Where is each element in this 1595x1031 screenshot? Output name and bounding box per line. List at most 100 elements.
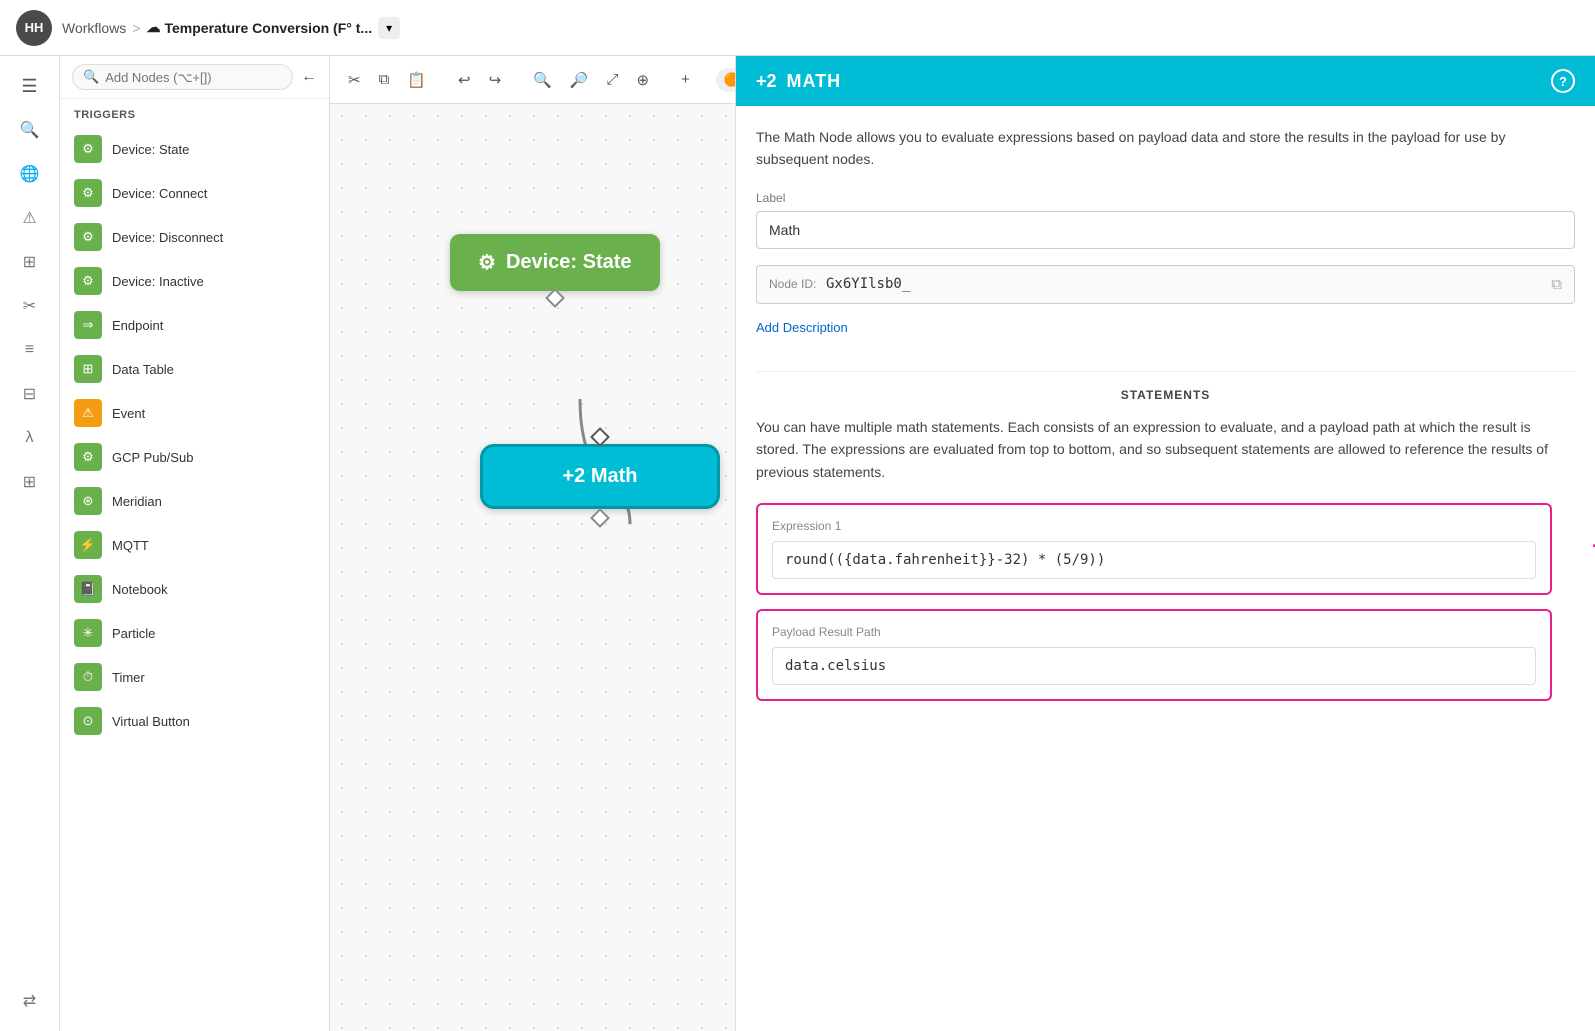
- nav-workflow-icon[interactable]: ⇄: [10, 981, 50, 1021]
- help-icon[interactable]: ?: [1551, 69, 1575, 93]
- zoom-in-button[interactable]: 🔎: [564, 67, 595, 93]
- node-item-label: MQTT: [112, 538, 149, 553]
- nav-scissors-icon[interactable]: ✂: [10, 286, 50, 326]
- workflow-toolbar: ✂ ⧉ 📋 ↩ ↪ 🔍 🔎 ⤢ ⊕ + 🟠: [330, 56, 735, 104]
- search-input-wrap: 🔍: [72, 64, 293, 90]
- menu-button[interactable]: ☰: [10, 66, 50, 106]
- zoom-select-button[interactable]: ⊕: [631, 67, 656, 93]
- node-list-item[interactable]: 📓 Notebook: [60, 567, 329, 611]
- fit-button[interactable]: ⤢: [601, 67, 625, 92]
- nav-lambda-icon[interactable]: λ: [10, 418, 50, 458]
- node-item-icon: ⇒: [74, 311, 102, 339]
- search-icon: 🔍: [20, 120, 40, 140]
- triggers-section-label: TRIGGERS: [60, 99, 329, 127]
- node-item-label: GCP Pub/Sub: [112, 450, 193, 465]
- node-item-icon: 📓: [74, 575, 102, 603]
- node-list-item[interactable]: ⚙ Device: State: [60, 127, 329, 171]
- add-description-link[interactable]: Add Description: [756, 320, 848, 335]
- node-item-icon: ⚡: [74, 531, 102, 559]
- breadcrumb-current: ☁ Temperature Conversion (F° t...: [147, 19, 373, 36]
- nav-table-icon[interactable]: ⊟: [10, 374, 50, 414]
- expression-block-1: Expression 1: [756, 503, 1552, 595]
- expression-col-1: Expression 1 Payload Result Path: [756, 503, 1552, 715]
- node-list-item[interactable]: ⊞ Data Table: [60, 347, 329, 391]
- right-panel-body: The Math Node allows you to evaluate exp…: [736, 106, 1595, 735]
- breadcrumb: Workflows > ☁ Temperature Conversion (F°…: [62, 17, 400, 39]
- nav-dashboard-icon[interactable]: ⊞: [10, 242, 50, 282]
- node-list-item[interactable]: ⚙Device: Disconnect: [60, 215, 329, 259]
- back-button[interactable]: ←: [301, 68, 317, 86]
- node-item-label: Device: Inactive: [112, 274, 204, 289]
- undo-button[interactable]: ↩: [452, 67, 477, 93]
- canvas-area[interactable]: ⚙ Device: State +2 Math: [330, 104, 735, 1031]
- nav-grid-icon[interactable]: ⊞: [10, 462, 50, 502]
- right-panel-header: +2 MATH ?: [736, 56, 1595, 106]
- expression-row-1: Expression 1 Payload Result Path −: [756, 503, 1575, 715]
- global-search-button[interactable]: 🔍: [10, 110, 50, 150]
- paste-button[interactable]: 📋: [401, 67, 432, 93]
- search-input[interactable]: [105, 70, 282, 85]
- node-item-label: Endpoint: [112, 318, 163, 333]
- node-list-item[interactable]: ⏱ Timer: [60, 655, 329, 699]
- label-input[interactable]: [756, 211, 1575, 249]
- right-panel: +2 MATH ? The Math Node allows you to ev…: [735, 56, 1595, 1031]
- node-list-item[interactable]: ⇒ Endpoint: [60, 303, 329, 347]
- nav-warning-icon[interactable]: ⚠: [10, 198, 50, 238]
- workflow-dropdown-button[interactable]: ▾: [378, 17, 400, 39]
- payload-input[interactable]: [772, 647, 1536, 685]
- breadcrumb-workflows[interactable]: Workflows: [62, 20, 126, 36]
- expression1-label: Expression 1: [772, 519, 1536, 533]
- node-item-icon: ⏱: [74, 663, 102, 691]
- math-node-content[interactable]: +2 Math: [480, 444, 720, 509]
- node-item-icon: ⊞: [74, 355, 102, 383]
- device-state-node[interactable]: ⚙ Device: State: [450, 234, 660, 291]
- search-icon-small: 🔍: [83, 69, 99, 85]
- node-item-icon: ⚙: [74, 179, 102, 207]
- icon-sidebar: ☰ 🔍 🌐 ⚠ ⊞ ✂ ≡ ⊟ λ ⊞ ⇄: [0, 56, 60, 1031]
- copy-node-id-button[interactable]: ⧉: [1551, 276, 1562, 293]
- node-item-label: Device: State: [112, 142, 189, 157]
- header-title: MATH: [787, 71, 842, 92]
- node-list-item[interactable]: ⚙GCP Pub/Sub: [60, 435, 329, 479]
- node-list-item[interactable]: ⊙Virtual Button: [60, 699, 329, 743]
- redo-button[interactable]: ↪: [483, 67, 508, 93]
- device-state-icon: ⚙: [478, 250, 496, 275]
- avatar: HH: [16, 10, 52, 46]
- node-item-label: Data Table: [112, 362, 174, 377]
- payload-block: Payload Result Path: [756, 609, 1552, 701]
- cut-button[interactable]: ✂: [342, 67, 367, 93]
- math-node-connector-bottom: [590, 508, 610, 528]
- expression1-input[interactable]: [772, 541, 1536, 579]
- node-item-label: Virtual Button: [112, 714, 190, 729]
- add-node-button[interactable]: +: [675, 67, 696, 92]
- description-text: The Math Node allows you to evaluate exp…: [756, 126, 1575, 171]
- nav-globe-icon[interactable]: 🌐: [10, 154, 50, 194]
- node-item-label: Notebook: [112, 582, 168, 597]
- math-node[interactable]: +2 Math: [480, 444, 720, 509]
- divider: [756, 371, 1575, 372]
- node-item-label: Particle: [112, 626, 155, 641]
- statements-description: You can have multiple math statements. E…: [756, 416, 1575, 483]
- statements-label: STATEMENTS: [756, 388, 1575, 402]
- node-item-label: Timer: [112, 670, 145, 685]
- node-list-item[interactable]: ⚡ MQTT: [60, 523, 329, 567]
- node-list-item[interactable]: ⚙Device: Connect: [60, 171, 329, 215]
- node-list-item[interactable]: ⚙Device: Inactive: [60, 259, 329, 303]
- math-node-label: +2 Math: [562, 465, 637, 488]
- nodes-panel: 🔍 ← TRIGGERS ⚙ Device: State ⚙Device: Conn…: [60, 56, 330, 1031]
- copy-button[interactable]: ⧉: [373, 67, 396, 92]
- node-list-item[interactable]: ⚠Event: [60, 391, 329, 435]
- node-item-icon: ⚙: [74, 135, 102, 163]
- zoom-out-button[interactable]: 🔍: [527, 67, 558, 93]
- sidebar-bottom-icons: ⇄: [10, 981, 50, 1031]
- node-item-label: Event: [112, 406, 145, 421]
- node-item-label: Meridian: [112, 494, 162, 509]
- node-list-item[interactable]: ⊛ Meridian: [60, 479, 329, 523]
- device-state-node-content[interactable]: ⚙ Device: State: [450, 234, 660, 291]
- nav-list-icon[interactable]: ≡: [10, 330, 50, 370]
- header-badge: +2: [756, 71, 777, 92]
- node-item-icon: ✳: [74, 619, 102, 647]
- node-id-label: Node ID: Gx6YIlsb0_: [769, 276, 910, 292]
- node-item-icon: ⊛: [74, 487, 102, 515]
- node-list-item[interactable]: ✳ Particle: [60, 611, 329, 655]
